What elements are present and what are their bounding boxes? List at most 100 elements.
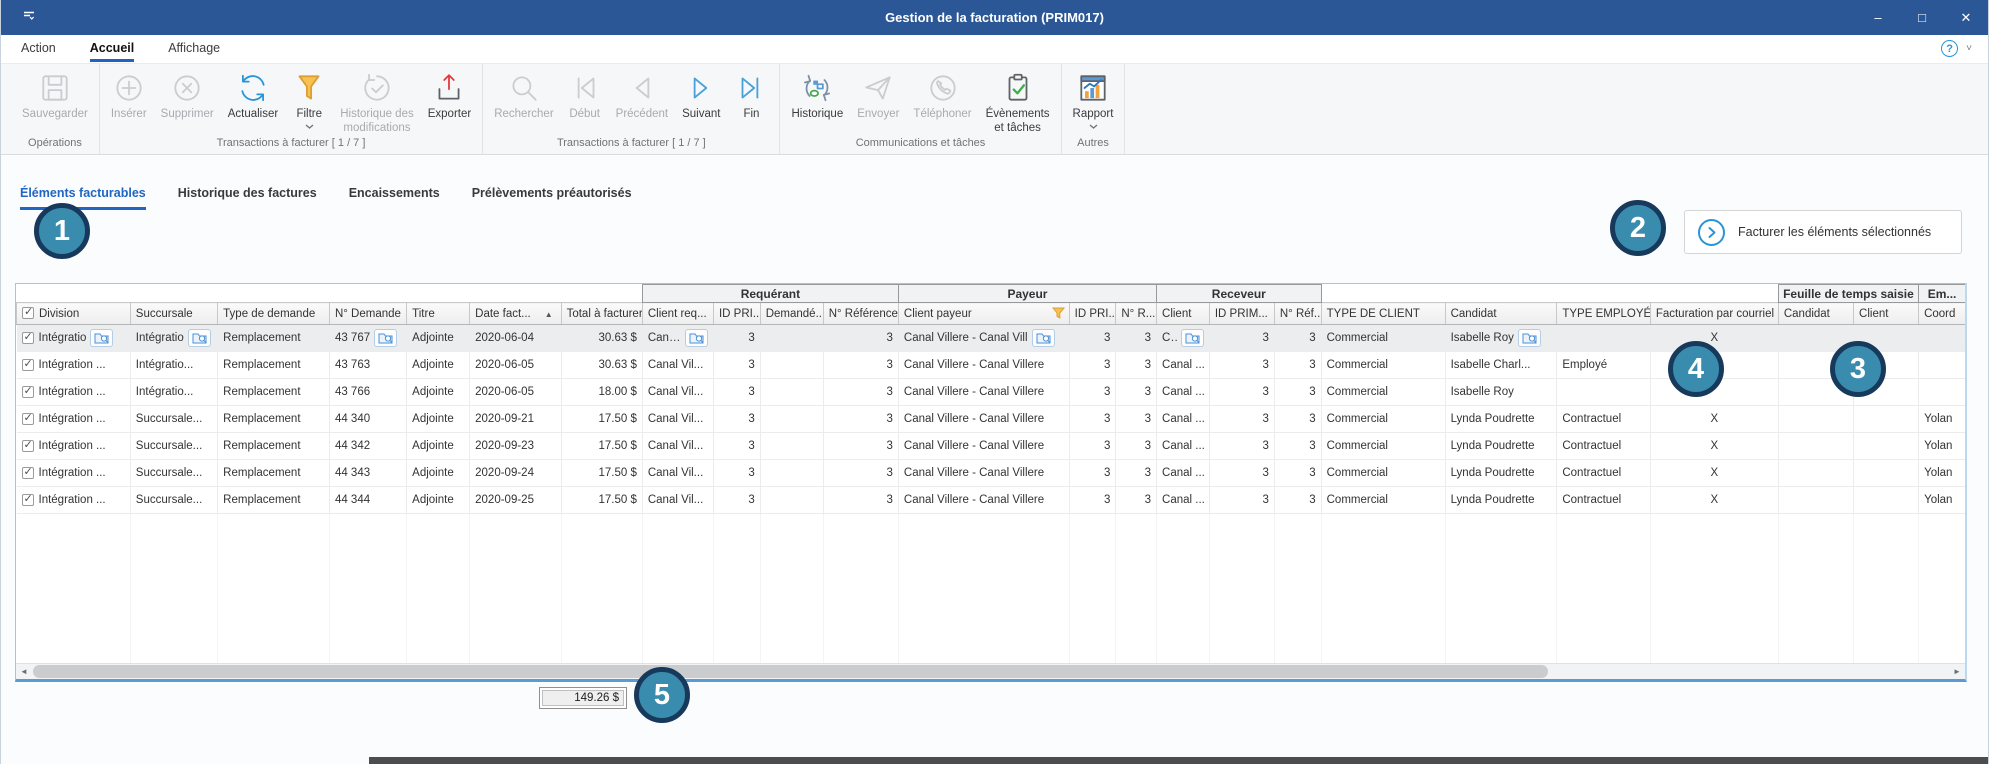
view-tab--l-ments-facturables[interactable]: Éléments facturables xyxy=(20,186,146,210)
row-checkbox[interactable] xyxy=(22,386,34,398)
column-header[interactable]: Division xyxy=(17,303,131,325)
cell: 3 xyxy=(1274,352,1321,379)
open-record-icon[interactable] xyxy=(685,329,708,347)
maximize-button[interactable]: □ xyxy=(1900,0,1944,35)
cell: 3 xyxy=(823,487,898,514)
cell: 2020-09-25 xyxy=(470,487,561,514)
collapse-ribbon-icon[interactable]: ˅ xyxy=(1966,43,1972,54)
scrollbar-thumb[interactable] xyxy=(33,665,1548,678)
cell: 3 xyxy=(1209,379,1274,406)
table-row[interactable]: Intégration ...Succursale...Remplacement… xyxy=(17,460,1966,487)
billable-items-grid: RequérantPayeurReceveurFeuille de temps … xyxy=(15,283,1967,682)
open-record-icon[interactable] xyxy=(1518,329,1541,347)
cell: X xyxy=(1650,433,1778,460)
horizontal-scrollbar[interactable]: ◄ ► xyxy=(16,663,1965,679)
facturer-button-label: Facturer les éléments sélectionnés xyxy=(1738,225,1931,239)
column-header[interactable]: TYPE DE CLIENT xyxy=(1321,303,1445,325)
column-header[interactable]: N° Demande xyxy=(329,303,406,325)
history-button[interactable]: Historique xyxy=(784,69,850,123)
table-row[interactable]: Intégration ...Succursale...Remplacement… xyxy=(17,487,1966,514)
menu-tab-action[interactable]: Action xyxy=(21,41,56,59)
open-record-icon[interactable] xyxy=(374,329,397,347)
search-icon xyxy=(507,70,541,106)
table-row[interactable]: Intégration ...Succursale...Remplacement… xyxy=(17,433,1966,460)
cell: 3 xyxy=(1274,406,1321,433)
scroll-right-arrow[interactable]: ► xyxy=(1949,664,1965,679)
minimize-button[interactable]: – xyxy=(1856,0,1900,35)
column-header[interactable]: Titre xyxy=(407,303,470,325)
column-header[interactable]: Type de demande xyxy=(218,303,330,325)
cell: Canal ... xyxy=(1157,487,1210,514)
row-checkbox[interactable] xyxy=(22,440,34,452)
cell: 3 xyxy=(713,406,760,433)
close-button[interactable]: ✕ xyxy=(1944,0,1988,35)
column-header[interactable]: N° Référence xyxy=(823,303,898,325)
table-row[interactable]: Intégration ...Succursale...Remplacement… xyxy=(17,406,1966,433)
row-checkbox[interactable] xyxy=(22,332,34,344)
scroll-left-arrow[interactable]: ◄ xyxy=(16,664,32,679)
chevron-down-icon xyxy=(1089,124,1098,129)
select-all-checkbox[interactable] xyxy=(22,307,34,319)
cell: 3 xyxy=(1116,460,1157,487)
column-header[interactable]: Facturation par courriel xyxy=(1650,303,1778,325)
view-tab-encaissements[interactable]: Encaissements xyxy=(349,186,440,210)
column-header[interactable]: Client req... xyxy=(642,303,713,325)
last-button[interactable]: Fin xyxy=(727,69,775,123)
column-header[interactable]: N° Réf... xyxy=(1274,303,1321,325)
facturer-selection-button[interactable]: Facturer les éléments sélectionnés xyxy=(1684,210,1962,254)
sort-asc-icon: ▲ xyxy=(545,310,553,319)
column-header[interactable]: TYPE EMPLOYÉ xyxy=(1557,303,1650,325)
view-tabs: Éléments facturables Historique des factu… xyxy=(20,186,632,210)
report-button[interactable]: Rapport xyxy=(1066,69,1121,130)
cell xyxy=(1854,406,1919,433)
column-header[interactable]: Demandé... xyxy=(760,303,823,325)
cell: 30.63 $ xyxy=(561,352,642,379)
column-header[interactable]: ID PRI... xyxy=(1069,303,1116,325)
column-header[interactable]: ID PRI... xyxy=(713,303,760,325)
filter-button[interactable]: Filtre xyxy=(285,69,333,130)
cell: Remplacement xyxy=(218,487,330,514)
cell xyxy=(760,460,823,487)
help-icon[interactable]: ? xyxy=(1941,40,1958,57)
column-header[interactable]: Client xyxy=(1854,303,1919,325)
open-record-icon[interactable] xyxy=(1032,329,1055,347)
events-icon xyxy=(1001,70,1035,106)
open-record-icon[interactable] xyxy=(1181,329,1204,347)
column-header[interactable]: Client xyxy=(1157,303,1210,325)
row-checkbox[interactable] xyxy=(22,467,34,479)
events-tasks-button[interactable]: Évènementset tâches xyxy=(979,69,1057,136)
column-header[interactable]: Total à facturer xyxy=(561,303,642,325)
cell: Yolan xyxy=(1919,433,1966,460)
open-record-icon[interactable] xyxy=(188,329,211,347)
column-header[interactable]: N° R... xyxy=(1116,303,1157,325)
row-checkbox[interactable] xyxy=(22,494,34,506)
open-record-icon[interactable] xyxy=(90,329,113,347)
column-group-header: Requérant xyxy=(642,285,898,303)
column-header[interactable]: Date fact...▲ xyxy=(470,303,561,325)
view-tab-historique-des-factures[interactable]: Historique des factures xyxy=(178,186,317,210)
next-button[interactable]: Suivant xyxy=(675,69,727,123)
table-row[interactable]: IntégratioIntégratioRemplacement43 767Ad… xyxy=(17,325,1966,352)
view-tab-pr-l-vements-pr-autoris-s[interactable]: Prélèvements préautorisés xyxy=(472,186,632,210)
refresh-button[interactable]: Actualiser xyxy=(221,69,286,123)
search-button: Rechercher xyxy=(487,69,560,123)
cell: Adjointe xyxy=(407,379,470,406)
menu-tab-accueil[interactable]: Accueil xyxy=(90,41,134,62)
filter-active-icon[interactable] xyxy=(1052,307,1065,319)
row-checkbox[interactable] xyxy=(22,413,34,425)
cell: Commercial xyxy=(1321,433,1445,460)
cell: Intégratio xyxy=(17,325,131,352)
column-header[interactable]: Succursale xyxy=(130,303,217,325)
column-header[interactable]: Coord xyxy=(1919,303,1966,325)
cell: Canal Villere - Canal Villere xyxy=(898,487,1069,514)
column-header[interactable]: Client payeur xyxy=(898,303,1069,325)
menu-tab-affichage[interactable]: Affichage xyxy=(168,41,220,59)
cell: 3 xyxy=(1274,433,1321,460)
column-header[interactable]: Candidat xyxy=(1778,303,1853,325)
delete-icon xyxy=(170,70,204,106)
cell xyxy=(1919,325,1966,352)
row-checkbox[interactable] xyxy=(22,359,34,371)
column-header[interactable]: Candidat xyxy=(1445,303,1557,325)
column-header[interactable]: ID PRIM... xyxy=(1209,303,1274,325)
export-button[interactable]: Exporter xyxy=(421,69,478,123)
